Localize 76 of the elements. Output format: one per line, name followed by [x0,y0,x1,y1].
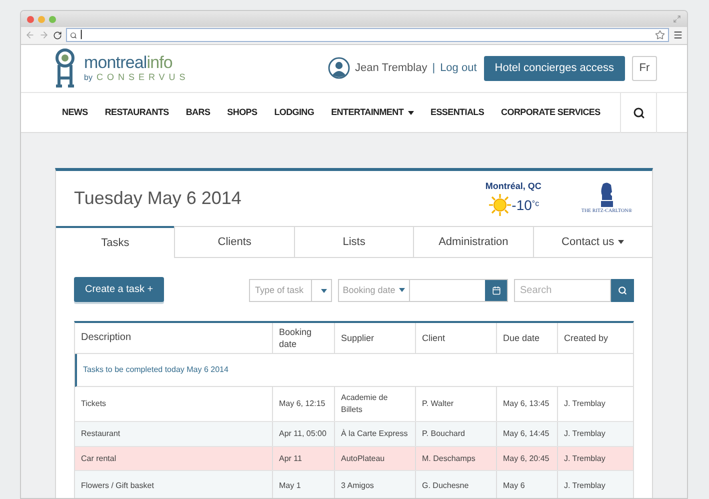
table-cell: M. Deschamps [415,447,496,470]
table-cell: May 6, 20:45 [496,447,557,470]
menu-icon[interactable] [673,30,683,40]
logo-by-text: by [84,74,92,82]
table-cell: Academie de Billets [334,387,415,421]
search-button[interactable] [620,92,657,132]
reload-icon[interactable] [53,30,62,40]
bookmark-star-icon[interactable] [655,30,665,40]
column-header: Description [80,331,132,345]
tab[interactable]: Lists [294,227,414,258]
address-text: | [80,30,83,40]
nav-link[interactable]: ESSENTIALS [430,106,484,120]
table-cell: P. Bouchard [415,422,496,446]
weather-city: Montréal, QC [485,180,542,193]
search-submit-button[interactable] [611,279,634,302]
search-icon [632,106,644,118]
close-window-icon[interactable] [27,16,34,22]
nav-link[interactable]: LODGING [274,106,314,120]
address-bar[interactable]: | [66,28,669,42]
minimize-window-icon[interactable] [38,16,45,22]
tab[interactable]: Administration [413,227,533,258]
forward-icon[interactable] [39,30,49,40]
nav-link[interactable]: RESTAURANTS [104,106,169,120]
table-cell: AutoPlateau [334,447,415,470]
column-header: Supplier [334,323,415,353]
table-cell: Apr 11, 05:00 [272,422,334,446]
search-field[interactable]: Search [514,279,611,302]
table-cell: Apr 11 [272,447,334,470]
zoom-window-icon[interactable] [49,16,56,22]
table-cell-text: Car rental [80,452,118,464]
table-cell: May 6, 12:15 [272,387,334,421]
column-header: Booking date [272,323,334,353]
nav-link[interactable]: SHOPS [227,106,258,120]
language-button[interactable]: Fr [632,56,657,81]
table-cell-text: Flowers / Gift basket [80,480,155,492]
search-icon [70,32,77,39]
create-task-button[interactable]: Create a task + [74,277,164,302]
user-name: Jean Tremblay [355,61,428,76]
table-cell: May 6, 14:45 [496,422,557,446]
logo-mascot-icon [54,48,76,88]
temperature: -10$^{°c}$ [512,196,540,215]
table-cell: J. Tremblay [557,471,639,498]
nav-link[interactable]: NEWS [62,106,88,120]
table-cell: J. Tremblay [557,422,639,446]
table-cell-text: Tickets [80,398,108,410]
table-cell: May 1 [272,471,334,498]
table-cell: J. Tremblay [557,387,639,421]
logo-wordmark: montrealinfo [84,54,174,72]
column-header: Created by [557,323,639,353]
table-cell: G. Duchesne [415,471,496,498]
logo-company-text: CONSERVUS [96,73,190,82]
hotel-access-button[interactable]: Hotel concierges access [484,56,625,81]
search-icon [618,286,627,295]
fullscreen-icon[interactable] [673,15,681,23]
user-avatar-icon [328,57,350,80]
column-header: Client [415,323,496,353]
table-cell: 3 Amigos [334,471,415,498]
tab[interactable]: Contact us [532,227,652,258]
table-cell: J. Tremblay [557,447,639,470]
table-cell: P. Walter [415,387,496,421]
logout-link[interactable]: Log out [440,60,477,77]
nav-link[interactable]: ENTERTAINMENT [331,106,414,120]
date-title: Tuesday May 6 2014 [74,187,242,210]
nav-link[interactable]: BARS [186,106,210,120]
table-cell: À la Carte Express [334,422,415,446]
lion-crown-logo-icon [598,182,615,208]
table-cell-text: Restaurant [80,428,122,440]
dropdown-caret-icon [320,288,326,292]
nav-link[interactable]: CORPORATE SERVICES [501,106,600,120]
column-header: Due date [496,323,557,353]
back-icon[interactable] [25,30,35,40]
table-cell: May 6 [496,471,557,498]
tab[interactable]: Clients [174,227,294,258]
table-cell: May 6, 13:45 [496,387,557,421]
sun-icon [488,193,512,218]
separator: | [432,61,436,76]
